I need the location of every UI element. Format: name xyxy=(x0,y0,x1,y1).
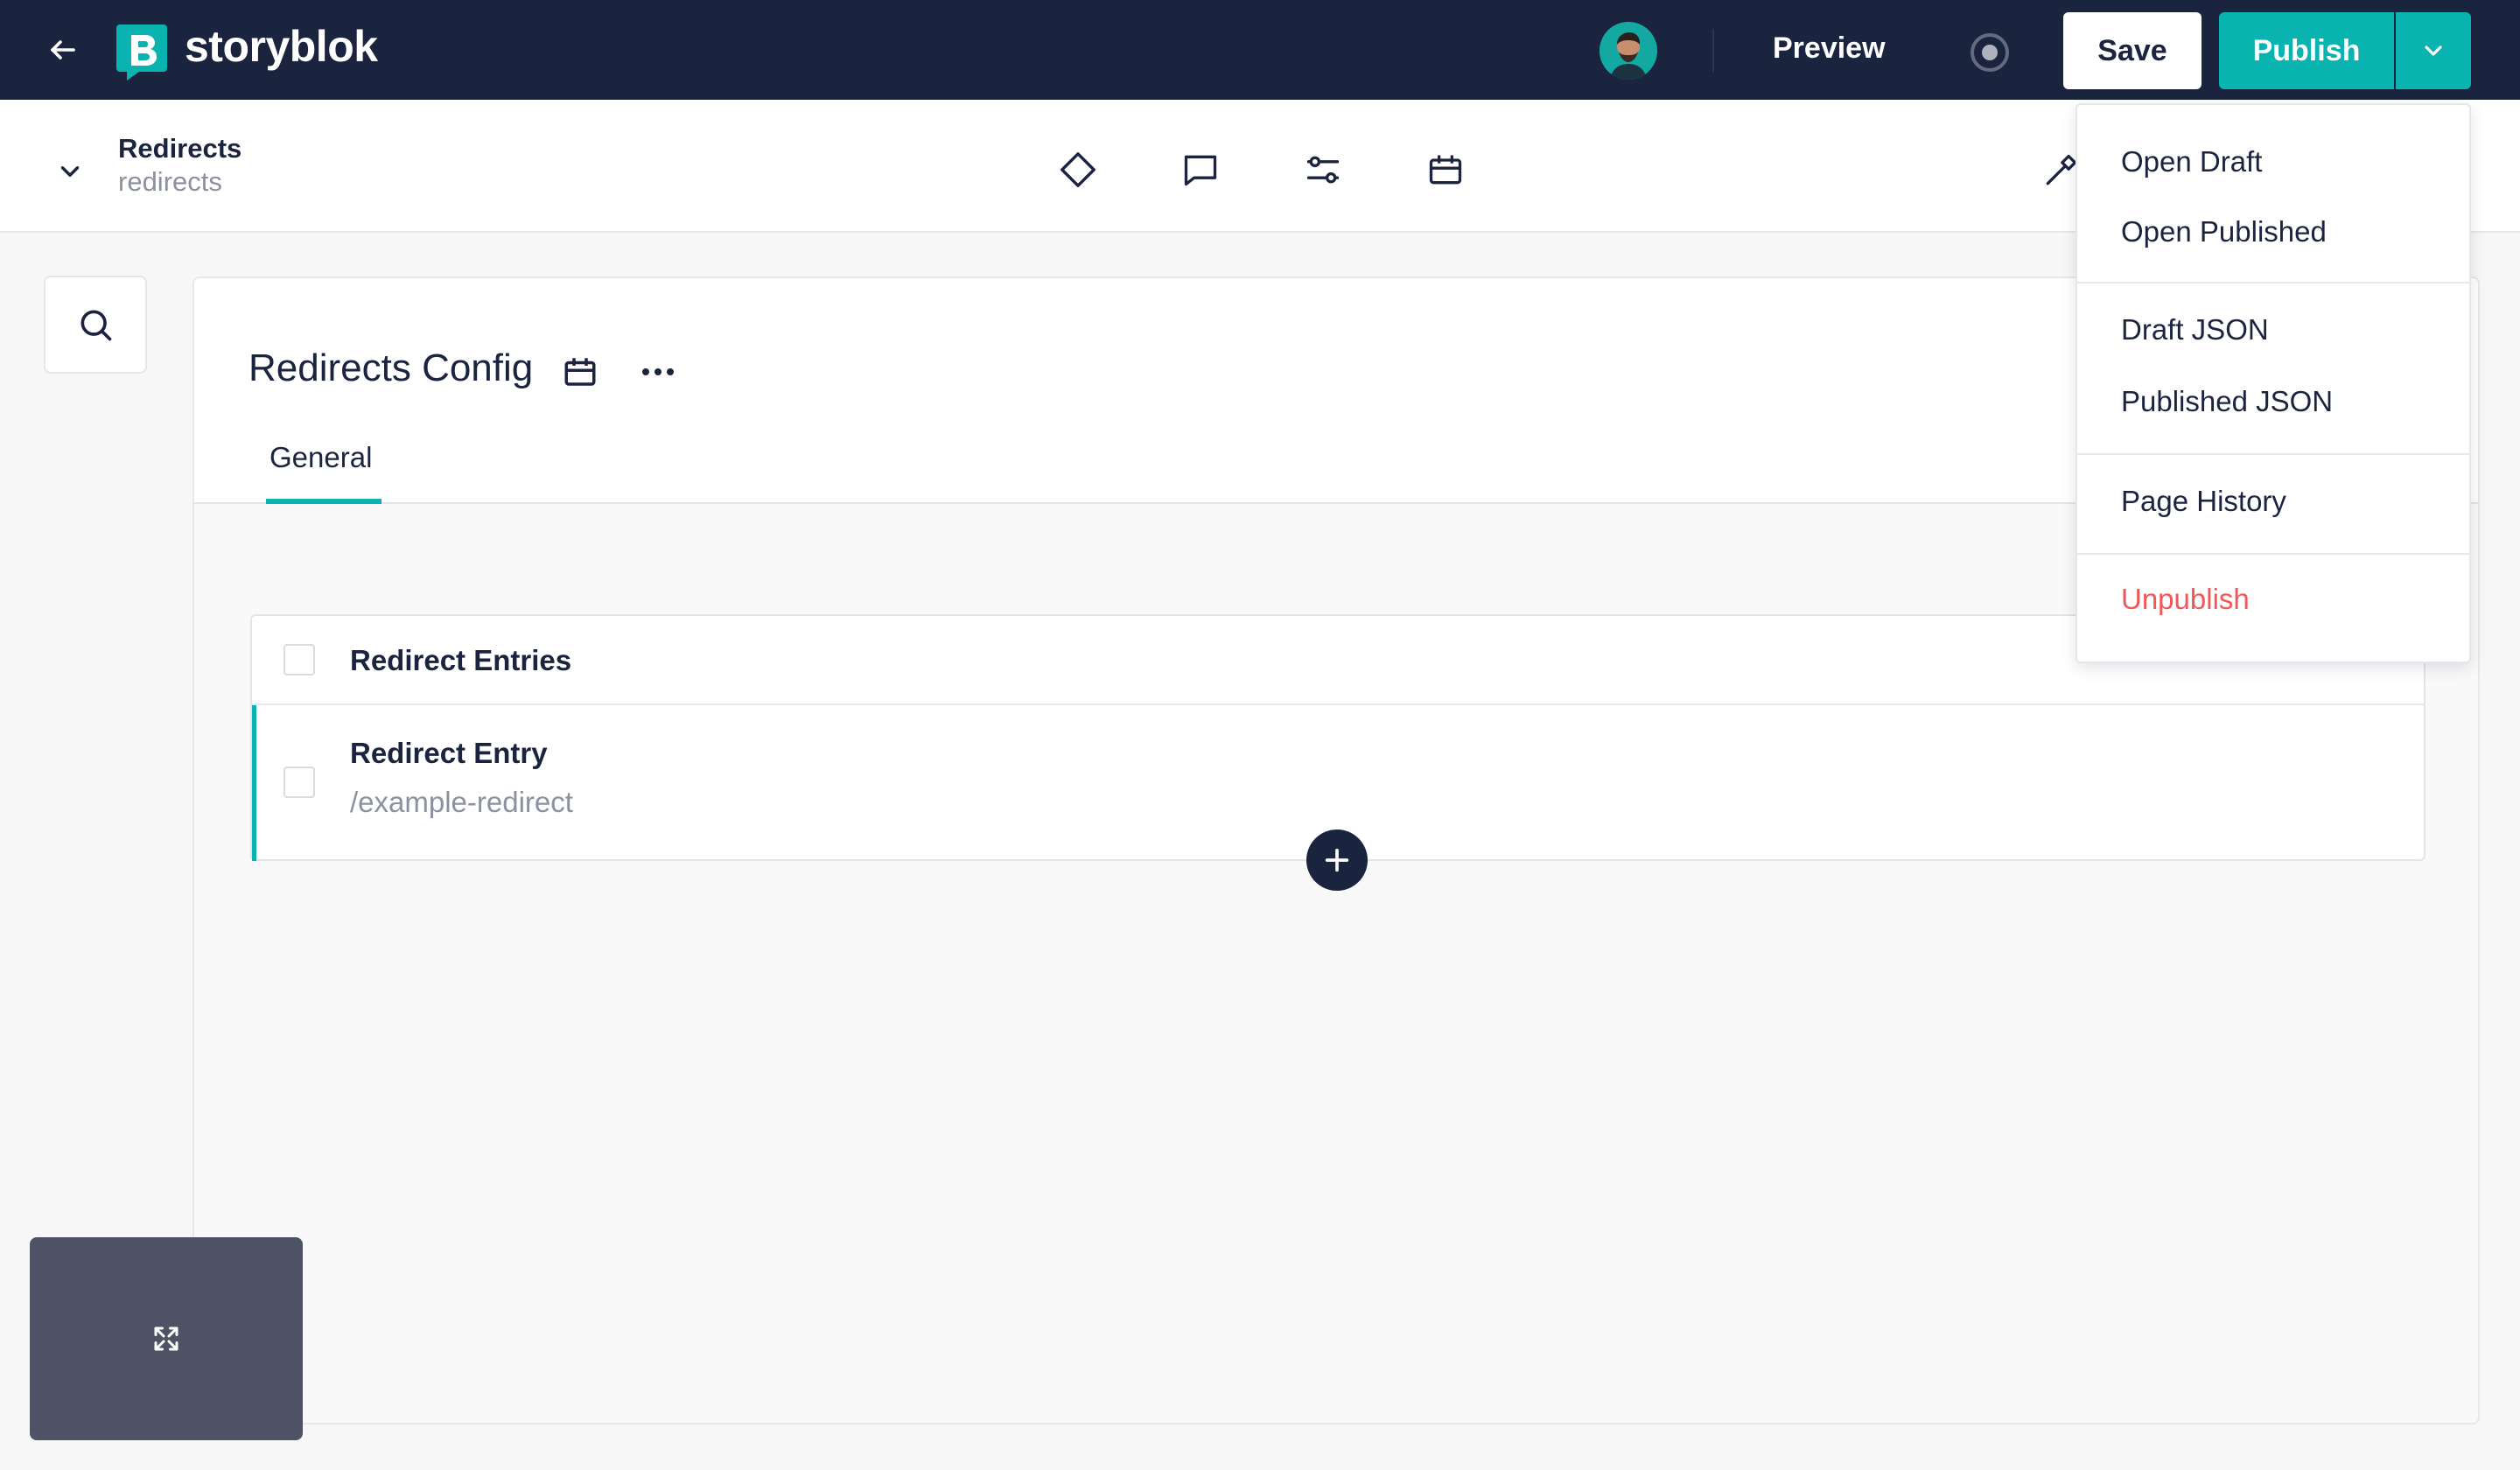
chevron-down-icon xyxy=(2425,46,2442,56)
menu-divider xyxy=(2077,553,2469,555)
menu-item-open-draft[interactable]: Open Draft xyxy=(2121,145,2262,178)
expand-icon xyxy=(154,1326,178,1351)
menu-divider xyxy=(2077,453,2469,455)
top-bar: storyblok Preview Save Publish xyxy=(0,0,2520,100)
calendar-icon xyxy=(564,358,596,386)
comment-icon xyxy=(1184,155,1217,186)
user-avatar[interactable] xyxy=(1600,22,1657,80)
story-title: Redirects xyxy=(118,133,242,164)
publish-dropdown-button[interactable] xyxy=(2396,12,2471,89)
select-all-checkbox[interactable] xyxy=(284,644,315,676)
block-more-button[interactable] xyxy=(632,352,684,392)
preview-button[interactable]: Preview xyxy=(1773,32,1886,66)
entry-checkbox[interactable] xyxy=(284,766,315,798)
tab-general[interactable]: General xyxy=(270,441,372,474)
chevron-down-icon xyxy=(60,166,80,177)
brand-name: storyblok xyxy=(185,22,378,71)
menu-item-draft-json[interactable]: Draft JSON xyxy=(2121,313,2269,346)
publish-button[interactable]: Publish xyxy=(2219,12,2394,89)
toolbar-comments-button[interactable] xyxy=(1178,147,1223,192)
block-schedule-button[interactable] xyxy=(560,352,600,392)
topbar-divider xyxy=(1712,29,1714,73)
toolbar-diamond-button[interactable] xyxy=(1055,147,1101,192)
calendar-icon xyxy=(1429,155,1462,185)
hammer-icon xyxy=(2046,154,2077,186)
publish-dropdown-menu: Open Draft Open Published Draft JSON Pub… xyxy=(2076,103,2471,663)
tab-active-indicator xyxy=(266,499,382,504)
menu-item-unpublish[interactable]: Unpublish xyxy=(2121,583,2250,616)
search-button[interactable] xyxy=(44,276,147,374)
settings-sliders-icon xyxy=(1306,156,1340,184)
save-button[interactable]: Save xyxy=(2063,12,2202,89)
entries-title: Redirect Entries xyxy=(350,644,572,676)
story-slug: redirects xyxy=(118,166,222,197)
plus-icon xyxy=(1325,848,1349,872)
diamond-icon xyxy=(1060,152,1096,187)
record-icon[interactable] xyxy=(1970,33,2009,72)
menu-item-published-json[interactable]: Published JSON xyxy=(2121,385,2333,418)
storyblok-logo-icon xyxy=(116,24,167,80)
collapse-button[interactable] xyxy=(51,152,89,191)
entry-subtitle: /example-redirect xyxy=(350,786,573,818)
menu-item-page-history[interactable]: Page History xyxy=(2121,485,2286,518)
more-horizontal-icon xyxy=(642,368,674,375)
entry-title: Redirect Entry xyxy=(350,737,548,769)
toolbar-settings-button[interactable] xyxy=(1300,147,1346,192)
toolbar-schedule-button[interactable] xyxy=(1423,147,1468,192)
menu-divider xyxy=(2077,282,2469,284)
add-entry-button[interactable] xyxy=(1306,830,1368,891)
block-title: Redirects Config xyxy=(248,346,534,389)
preview-panel-toggle[interactable] xyxy=(30,1237,303,1440)
search-icon xyxy=(80,310,112,341)
arrow-left-icon xyxy=(51,40,75,60)
back-button[interactable] xyxy=(44,31,82,69)
menu-item-open-published[interactable]: Open Published xyxy=(2121,215,2327,248)
